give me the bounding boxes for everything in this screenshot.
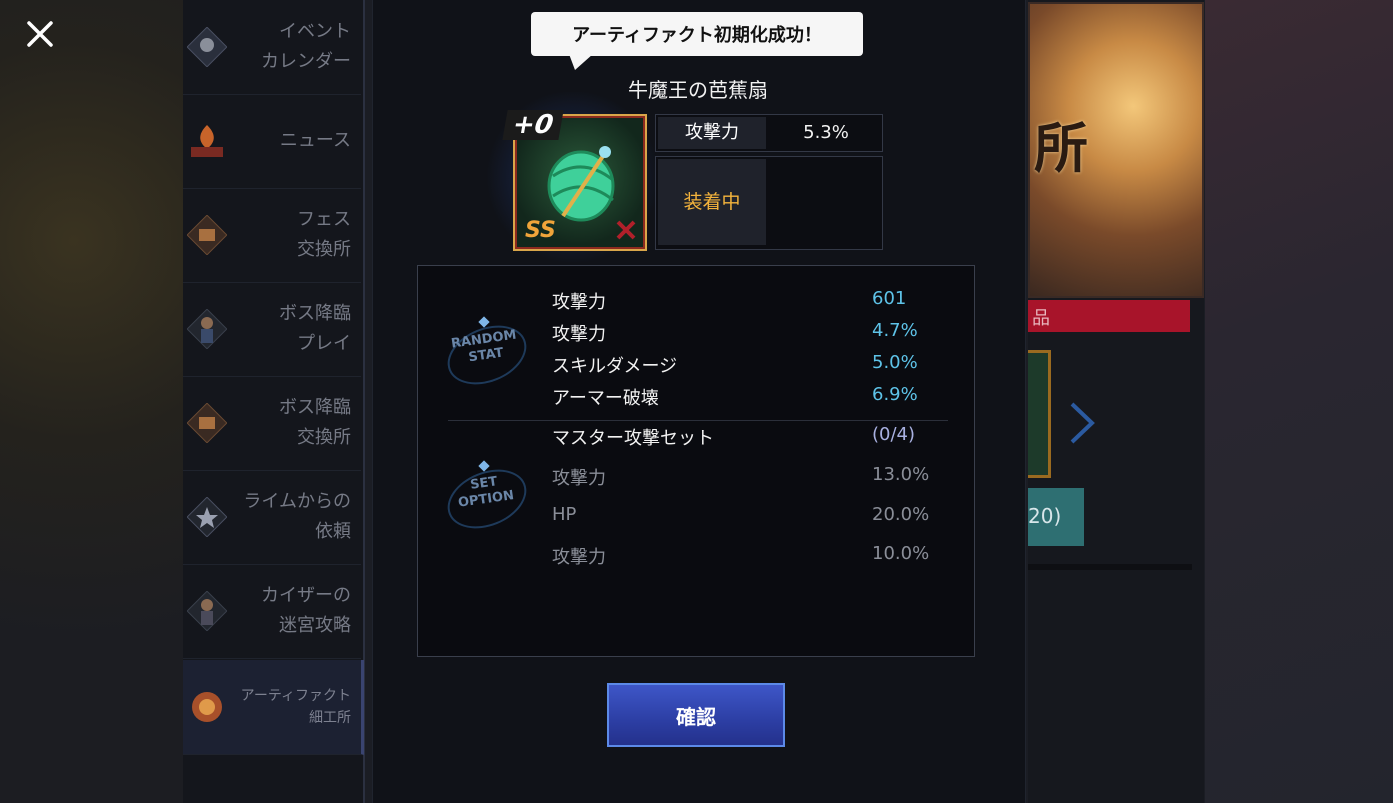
set-option-row: HP 20.0% (552, 504, 962, 534)
set-progress: (0/4) (872, 424, 916, 445)
stat-label: 攻撃力 (552, 468, 606, 489)
right-panel: 所 品 20) (1028, 0, 1204, 803)
character-icon (187, 591, 227, 631)
news-icon (187, 121, 227, 161)
artifact-card[interactable]: +0 SS (502, 110, 647, 251)
confirm-button[interactable]: 確認 (607, 683, 785, 747)
calendar-icon (187, 27, 227, 67)
set-option-row: 攻撃力 13.0% (552, 464, 962, 494)
exchange-icon (187, 215, 227, 255)
count-box: 20) (1028, 488, 1084, 546)
set-option-emblem: SET OPTION (438, 458, 536, 540)
stat-value: 10.0% (872, 543, 930, 564)
stat-label: HP (552, 504, 577, 525)
random-stat-row: スキルダメージ 5.0% (552, 352, 962, 382)
artifact-reset-dialog: アーティファクト初期化成功！ 牛魔王の芭蕉扇 +0 SS 攻撃力 5.3% 装着… (373, 0, 1025, 803)
item-slot[interactable] (1028, 350, 1051, 478)
divider (1028, 564, 1192, 570)
background-right (1205, 0, 1393, 803)
stat-value: 20.0% (872, 504, 930, 525)
cross-icon (616, 220, 636, 240)
set-title: マスター攻撃セット (552, 428, 714, 449)
menu-item-kaiser-labyrinth[interactable]: カイザーの 迷宮攻略 (183, 564, 361, 659)
random-stat-row: 攻撃力 601 (552, 288, 962, 318)
success-toast: アーティファクト初期化成功！ (531, 12, 863, 70)
stat-value: 4.7% (872, 320, 918, 341)
side-menu: イベント カレンダー ニュース フェス 交換所 ボス降臨 プレイ ボス降臨 交換… (183, 0, 365, 803)
artifact-icon (187, 687, 227, 727)
stat-label: アーマー破壊 (552, 388, 659, 409)
stat-value: 601 (872, 288, 907, 309)
menu-item-event-calendar[interactable]: イベント カレンダー (183, 0, 361, 95)
enhance-level: +0 (502, 110, 564, 140)
random-stat-emblem: RANDOM STAT (438, 314, 536, 396)
menu-item-news[interactable]: ニュース (183, 94, 361, 189)
banana-fan-icon (547, 146, 615, 222)
stats-panel: RANDOM STAT 攻撃力 601 攻撃力 4.7% スキルダメージ 5.0%… (417, 265, 975, 657)
set-option-header: マスター攻撃セット (0/4) (552, 424, 962, 454)
main-stat-label: 攻撃力 (658, 117, 766, 149)
main-stat-value: 5.3% (803, 122, 849, 143)
menu-label: フェス 交換所 (297, 209, 351, 260)
menu-label: カイザーの 迷宮攻略 (261, 585, 351, 636)
divider (448, 420, 948, 421)
stat-label: 攻撃力 (552, 547, 606, 568)
character-banner[interactable]: 所 (1028, 2, 1204, 298)
menu-item-boss-exchange[interactable]: ボス降臨 交換所 (183, 376, 361, 471)
menu-label: イベント カレンダー (261, 21, 351, 72)
boss-icon (187, 309, 227, 349)
menu-item-artifact-workshop[interactable]: アーティファクト 細工所 (183, 660, 364, 755)
stat-label: スキルダメージ (552, 356, 678, 377)
close-icon (27, 21, 53, 47)
grade-badge: SS (525, 218, 556, 243)
stat-label: 攻撃力 (552, 324, 606, 345)
strip-text: 品 (1032, 308, 1050, 329)
menu-label: ボス降臨 交換所 (279, 397, 351, 448)
stat-label: 攻撃力 (552, 292, 606, 313)
random-stat-row: 攻撃力 4.7% (552, 320, 962, 350)
exchange-icon (187, 403, 227, 443)
banner-text: 所 (1034, 117, 1088, 180)
toast-text: アーティファクト初期化成功！ (572, 25, 822, 46)
stat-value: 6.9% (872, 384, 918, 405)
chevron-right-icon[interactable] (1068, 400, 1098, 446)
star-icon (187, 497, 227, 537)
main-stat: 攻撃力 5.3% (655, 114, 883, 152)
background-left (0, 0, 185, 803)
equip-status: 装着中 (655, 156, 883, 250)
menu-item-fes-exchange[interactable]: フェス 交換所 (183, 188, 361, 283)
menu-label: ライムからの 依頼 (243, 491, 351, 542)
menu-label: ボス降臨 プレイ (279, 303, 351, 354)
product-strip: 品 (1028, 300, 1190, 332)
menu-label: ニュース (279, 130, 351, 151)
equip-status-label: 装着中 (658, 159, 766, 245)
menu-item-lime-request[interactable]: ライムからの 依頼 (183, 470, 361, 565)
close-button[interactable] (18, 14, 62, 54)
stat-value: 5.0% (872, 352, 918, 373)
menu-item-boss-play[interactable]: ボス降臨 プレイ (183, 282, 361, 377)
random-stat-row: アーマー破壊 6.9% (552, 384, 962, 414)
count-text: 20) (1028, 504, 1062, 528)
menu-label: アーティファクト 細工所 (240, 688, 351, 726)
stat-value: 13.0% (872, 464, 930, 485)
set-option-row: 攻撃力 10.0% (552, 543, 962, 573)
